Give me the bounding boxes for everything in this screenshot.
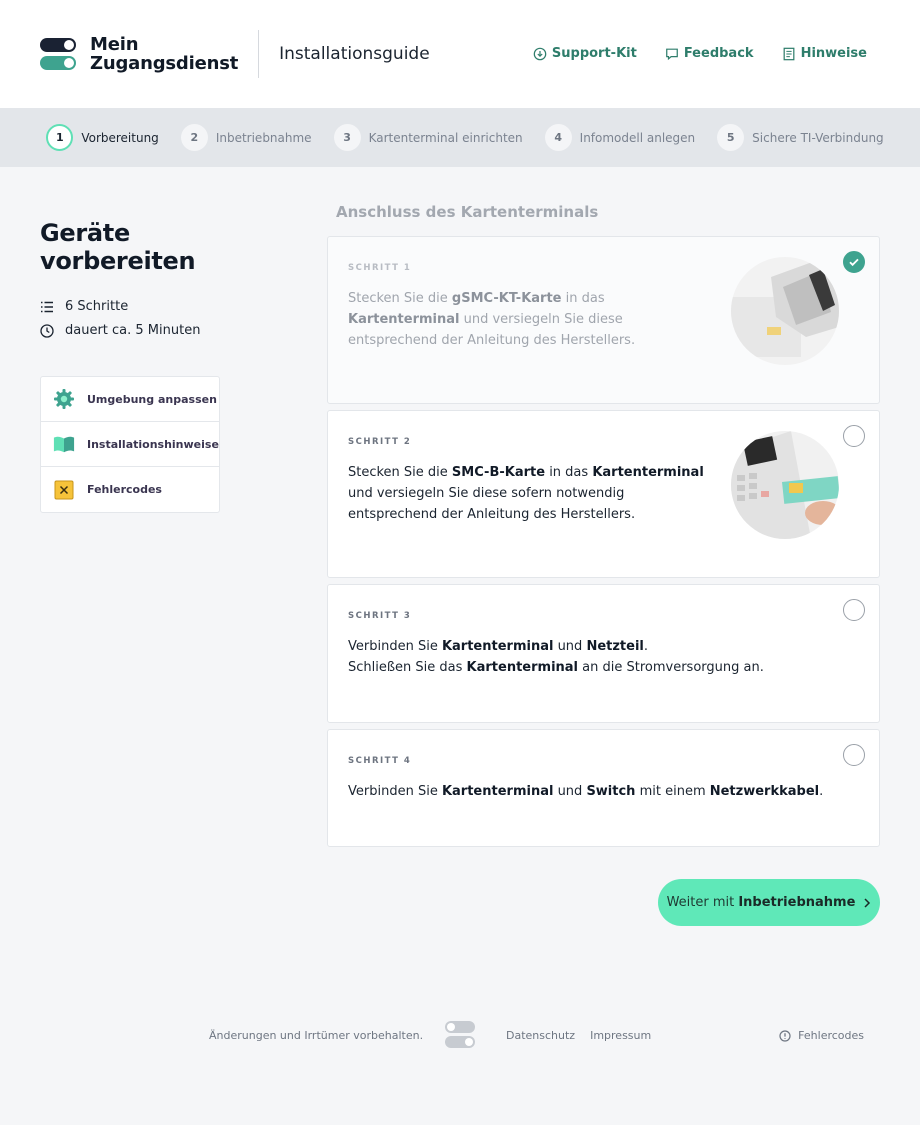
- header-divider: [258, 30, 260, 78]
- step-description: Stecken Sie die gSMC-KT-Karte in das Kar…: [348, 291, 636, 348]
- step-card-3[interactable]: SCHRITT 3 Verbinden Sie Kartenterminal u…: [327, 584, 880, 723]
- speech-bubble-icon: [665, 48, 678, 60]
- step-number: 2: [180, 124, 208, 151]
- error-x-icon: [53, 479, 75, 501]
- document-icon: [783, 47, 794, 60]
- sidebar-menu: Umgebung anpassen Installationshinweise …: [40, 376, 220, 513]
- step-checkbox[interactable]: [843, 744, 865, 766]
- sidebar-item-installationshinweise[interactable]: Installationshinweise: [41, 422, 219, 467]
- step-label: SCHRITT 4: [348, 756, 412, 766]
- step-number: 3: [333, 124, 361, 151]
- footer-fehlercodes-link[interactable]: Fehlercodes: [779, 1029, 864, 1042]
- hinweise-link[interactable]: Hinweise: [782, 46, 867, 61]
- main-content: Geräte vorbereiten 6 Schritte dauert ca.…: [0, 167, 920, 1125]
- steps-count: 6 Schritte: [40, 299, 280, 314]
- step-label: Infomodell anlegen: [579, 130, 696, 145]
- disclaimer: Änderungen und Irrtümer vorbehalten.: [209, 1029, 424, 1042]
- smc-b-card-image: [731, 431, 839, 539]
- book-icon: [53, 433, 75, 455]
- step-number: 5: [717, 124, 745, 151]
- step-infomodell-anlegen[interactable]: 4 Infomodell anlegen: [544, 124, 696, 151]
- gear-icon: [53, 388, 75, 410]
- step-label: Inbetriebnahme: [215, 130, 312, 145]
- step-checkbox[interactable]: [843, 425, 865, 447]
- step-card-1[interactable]: SCHRITT 1 Stecken Sie die gSMC-KT-Karte …: [327, 236, 880, 404]
- terminal-card-image: [731, 257, 839, 365]
- support-kit-link[interactable]: Support-Kit: [533, 46, 637, 61]
- sidebar-item-umgebung-anpassen[interactable]: Umgebung anpassen: [41, 377, 219, 422]
- step-sichere-ti-verbindung[interactable]: 5 Sichere TI-Verbindung: [717, 124, 884, 151]
- step-label: SCHRITT 3: [348, 611, 412, 621]
- info-circle-icon: [779, 1029, 791, 1042]
- footer: Änderungen und Irrtümer vorbehalten. Dat…: [0, 1021, 920, 1051]
- step-label: Kartenterminal einrichten: [368, 130, 523, 145]
- logo-text: Mein Zugangsdienst: [90, 34, 239, 74]
- footer-logo-icon: [445, 1021, 475, 1048]
- header: Mein Zugangsdienst Installationsguide Su…: [0, 0, 920, 108]
- clock-icon: [40, 323, 54, 338]
- progress-stepper: 1 Vorbereitung 2 Inbetriebnahme 3 Karten…: [0, 108, 920, 167]
- step-number: 1: [46, 124, 74, 151]
- sidebar-item-fehlercodes[interactable]: Fehlercodes: [41, 467, 219, 512]
- list-icon: [41, 301, 53, 312]
- meta-info: 6 Schritte dauert ca. 5 Minuten: [40, 299, 280, 338]
- step-description: Stecken Sie die SMC-B-Karte in das Karte…: [348, 465, 704, 522]
- impressum-link[interactable]: Impressum: [590, 1029, 651, 1042]
- step-checkbox[interactable]: [843, 599, 865, 621]
- logo-toggle-icon: [40, 38, 76, 70]
- step-kartenterminal-einrichten[interactable]: 3 Kartenterminal einrichten: [333, 124, 523, 151]
- step-card-4[interactable]: SCHRITT 4 Verbinden Sie Kartenterminal u…: [327, 729, 880, 847]
- section-title: Anschluss des Kartenterminals: [336, 203, 599, 221]
- feedback-link[interactable]: Feedback: [665, 46, 754, 61]
- steps-content: Anschluss des Kartenterminals SCHRITT 1 …: [327, 203, 880, 853]
- header-links: Support-Kit Feedback Hinweise: [533, 46, 867, 61]
- step-number: 4: [544, 124, 572, 151]
- step-inbetriebnahme[interactable]: 2 Inbetriebnahme: [180, 124, 312, 151]
- duration: dauert ca. 5 Minuten: [40, 323, 280, 338]
- logo[interactable]: Mein Zugangsdienst: [40, 35, 238, 73]
- checkmark-icon: [849, 258, 859, 267]
- section-heading: Geräte vorbereiten: [40, 219, 196, 275]
- step-label: Sichere TI-Verbindung: [752, 130, 884, 145]
- step-description: Verbinden Sie Kartenterminal und Switch …: [348, 784, 824, 799]
- step-label: Vorbereitung: [81, 130, 159, 145]
- page-title: Installationsguide: [279, 44, 430, 64]
- next-button[interactable]: Weiter mit Inbetriebnahme: [658, 879, 880, 926]
- step-card-2[interactable]: SCHRITT 2 Stecken Sie die SMC-B-Karte in…: [327, 410, 880, 578]
- step-description: Verbinden Sie Kartenterminal und Netztei…: [348, 639, 764, 675]
- datenschutz-link[interactable]: Datenschutz: [506, 1029, 575, 1042]
- footer-links: Datenschutz Impressum: [506, 1029, 651, 1042]
- chevron-right-icon: [864, 897, 871, 908]
- step-checkbox-checked[interactable]: [843, 251, 865, 273]
- download-circle-icon: [533, 47, 547, 60]
- step-vorbereitung[interactable]: 1 Vorbereitung: [46, 124, 159, 151]
- sidebar: Geräte vorbereiten 6 Schritte dauert ca.…: [40, 219, 280, 513]
